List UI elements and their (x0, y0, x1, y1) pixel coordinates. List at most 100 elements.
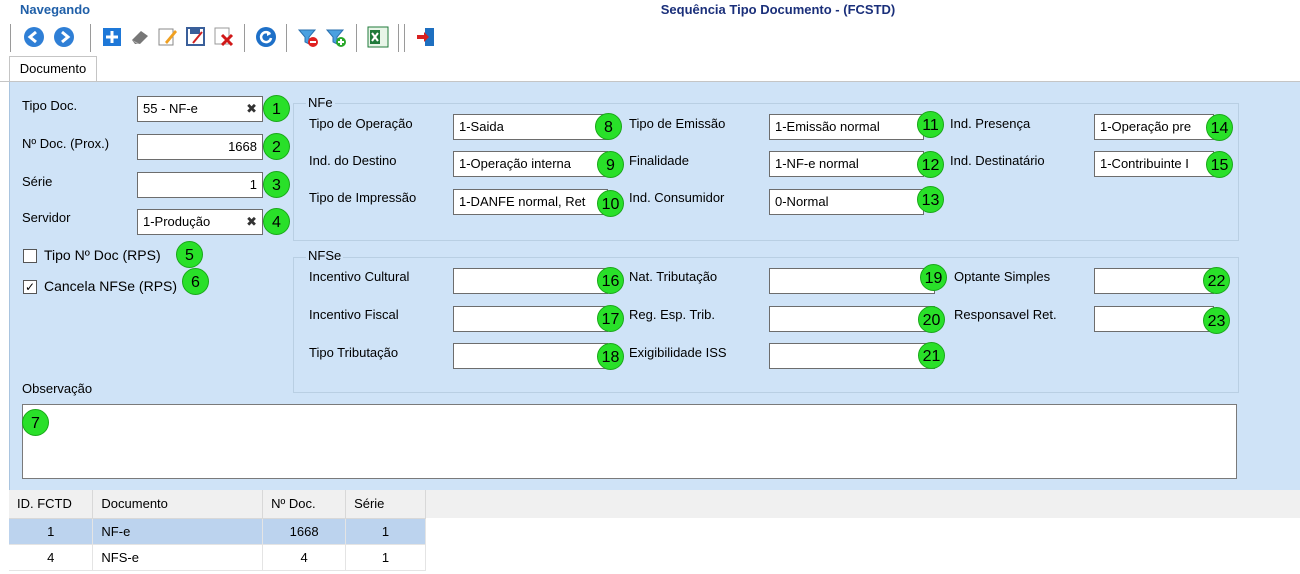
filter-add-icon[interactable] (324, 25, 348, 49)
excel-icon[interactable] (366, 25, 390, 49)
marker-16: 16 (597, 267, 624, 294)
toolbar-separator (90, 24, 91, 52)
num-doc-input[interactable]: 1668 (137, 134, 263, 160)
ind-destino-label: Ind. do Destino (309, 153, 397, 168)
ind-consumidor-label: Ind. Consumidor (629, 190, 725, 205)
marker-15: 15 (1206, 151, 1233, 178)
tipo-doc-value: 55 - NF-e (143, 101, 198, 116)
tipo-doc-select[interactable]: 55 - NF-e ✖ (137, 96, 263, 122)
grid-header-row: ID. FCTD Documento Nº Doc. Série (9, 490, 426, 519)
refresh-icon[interactable] (254, 25, 278, 49)
delete-icon[interactable] (212, 25, 236, 49)
finalidade-select[interactable]: 1-NF-e normal (769, 151, 924, 177)
window-title: Sequência Tipo Documento - (FCSTD) (660, 2, 896, 17)
marker-19: 19 (920, 264, 947, 291)
marker-5: 5 (176, 241, 203, 268)
marker-11: 11 (917, 111, 944, 138)
nat-tributacao-label: Nat. Tributação (629, 269, 718, 284)
forward-icon[interactable] (52, 25, 76, 49)
column-header-documento[interactable]: Documento (92, 490, 264, 519)
serie-label: Série (22, 174, 53, 189)
marker-17: 17 (597, 305, 624, 332)
toolbar (10, 22, 480, 52)
observacao-label: Observação (22, 381, 93, 396)
cell-serie: 1 (345, 544, 426, 571)
toolbar-separator (244, 24, 245, 52)
cell-serie: 1 (345, 518, 426, 545)
tipo-operacao-select[interactable]: 1-Saida (453, 114, 608, 140)
back-icon[interactable] (22, 25, 46, 49)
nat-tributacao-select[interactable] (769, 268, 935, 294)
cell-documento: NF-e (92, 518, 264, 545)
incentivo-fiscal-select[interactable] (453, 306, 608, 332)
tipo-operacao-label: Tipo de Operação (309, 116, 413, 131)
responsavel-ret-label: Responsavel Ret. (954, 307, 1057, 322)
nfe-group-title: NFe (306, 95, 335, 110)
clear-icon[interactable]: ✖ (246, 210, 257, 234)
marker-21: 21 (918, 342, 945, 369)
table-row[interactable]: 4 NFS-e 4 1 (9, 544, 426, 571)
marker-9: 9 (597, 151, 624, 178)
column-header-num-doc[interactable]: Nº Doc. (262, 490, 347, 519)
tipo-num-rps-checkbox[interactable] (23, 249, 37, 263)
servidor-select[interactable]: 1-Produção ✖ (137, 209, 263, 235)
table-row[interactable]: 1 NF-e 1668 1 (9, 518, 426, 545)
responsavel-ret-select[interactable] (1094, 306, 1214, 332)
add-icon[interactable] (100, 25, 124, 49)
marker-6: 6 (182, 268, 209, 295)
save-icon[interactable] (184, 25, 208, 49)
marker-10: 10 (597, 190, 624, 217)
num-doc-label: Nº Doc. (Prox.) (22, 136, 110, 151)
tipo-impressao-label: Tipo de Impressão (309, 190, 417, 205)
ind-destinatario-label: Ind. Destinatário (950, 153, 1045, 168)
toolbar-separator (10, 24, 11, 52)
cell-id: 4 (9, 544, 94, 571)
toolbar-separator (404, 24, 405, 52)
documents-grid: ID. FCTD Documento Nº Doc. Série 1 NF-e … (9, 490, 426, 571)
tab-documento[interactable]: Documento (9, 56, 97, 82)
marker-4: 4 (263, 208, 290, 235)
filter-remove-icon[interactable] (296, 25, 320, 49)
toolbar-separator (286, 24, 287, 52)
ind-destinatario-select[interactable]: 1-Contribuinte I (1094, 151, 1214, 177)
edit-icon[interactable] (156, 25, 180, 49)
marker-18: 18 (597, 343, 624, 370)
cell-num-doc: 4 (262, 544, 347, 571)
cancela-nfse-label: Cancela NFSe (RPS) (44, 278, 178, 294)
exit-icon[interactable] (414, 25, 438, 49)
marker-7: 7 (22, 409, 49, 436)
optante-simples-select[interactable] (1094, 268, 1214, 294)
column-header-id[interactable]: ID. FCTD (9, 490, 94, 519)
grid-header-filler (426, 490, 1300, 518)
ind-destino-select[interactable]: 1-Operação interna (453, 151, 608, 177)
tipo-impressao-select[interactable]: 1-DANFE normal, Ret (453, 189, 608, 215)
tipo-emissao-select[interactable]: 1-Emissão normal (769, 114, 924, 140)
tipo-tributacao-select[interactable] (453, 343, 608, 369)
ind-consumidor-select[interactable]: 0-Normal (769, 189, 924, 215)
marker-1: 1 (263, 95, 290, 122)
ind-presenca-select[interactable]: 1-Operação pre (1094, 114, 1214, 140)
reg-esp-trib-label: Reg. Esp. Trib. (629, 307, 715, 322)
reg-esp-trib-select[interactable] (769, 306, 935, 332)
toolbar-separator (398, 24, 399, 52)
column-header-serie[interactable]: Série (345, 490, 426, 519)
servidor-label: Servidor (22, 210, 71, 225)
marker-13: 13 (917, 186, 944, 213)
incentivo-cultural-select[interactable] (453, 268, 608, 294)
clear-icon[interactable]: ✖ (246, 97, 257, 121)
cancela-nfse-checkbox[interactable]: ✓ (23, 280, 37, 294)
incentivo-fiscal-label: Incentivo Fiscal (309, 307, 399, 322)
marker-8: 8 (595, 113, 622, 140)
tipo-tributacao-label: Tipo Tributação (309, 345, 399, 360)
tipo-emissao-label: Tipo de Emissão (629, 116, 726, 131)
observacao-textarea[interactable] (22, 404, 1237, 479)
serie-input[interactable]: 1 (137, 172, 263, 198)
marker-3: 3 (263, 171, 290, 198)
eraser-icon[interactable] (128, 25, 152, 49)
marker-14: 14 (1206, 114, 1233, 141)
cell-id: 1 (9, 518, 94, 545)
incentivo-cultural-label: Incentivo Cultural (309, 269, 410, 284)
cell-num-doc: 1668 (262, 518, 347, 545)
tipo-doc-label: Tipo Doc. (22, 98, 78, 113)
exigibilidade-iss-select[interactable] (769, 343, 935, 369)
